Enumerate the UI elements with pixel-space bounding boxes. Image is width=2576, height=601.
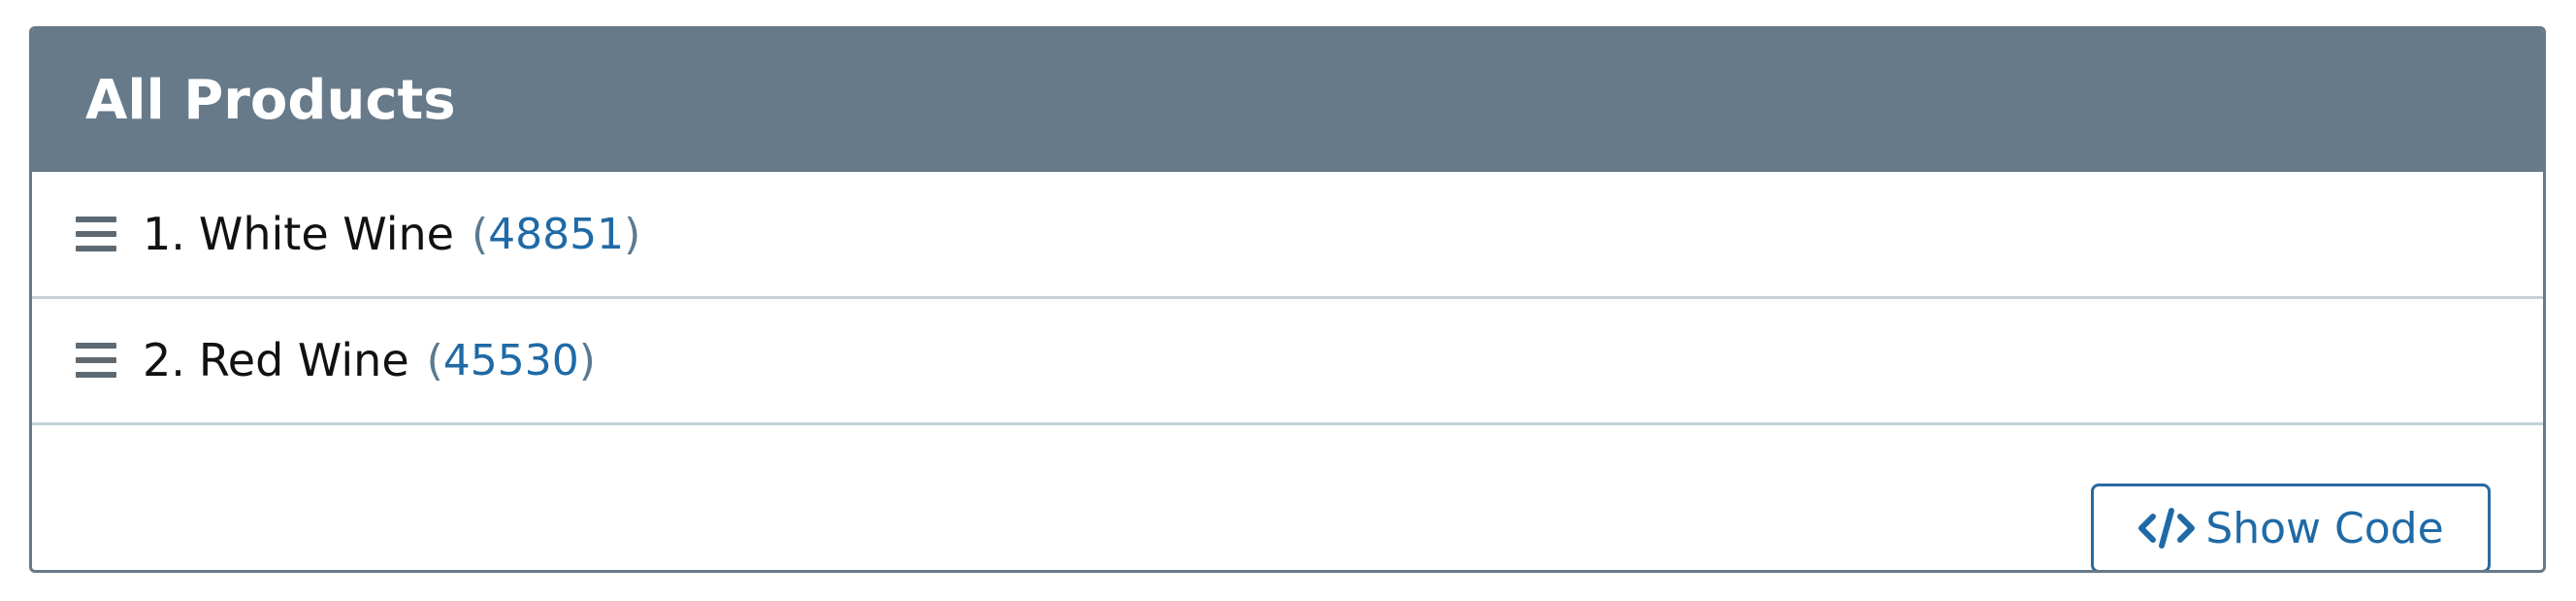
count-close-paren: ) bbox=[624, 209, 641, 259]
count-value[interactable]: 48851 bbox=[488, 210, 624, 259]
code-icon bbox=[2137, 507, 2196, 550]
list-item[interactable]: 2. Red Wine (45530) bbox=[32, 298, 2543, 422]
show-code-button[interactable]: Show Code bbox=[2091, 484, 2491, 570]
panel-title: All Products bbox=[85, 69, 456, 132]
products-panel: All Products 1. White Wine (48851) 2. Re… bbox=[29, 26, 2546, 573]
item-name: White Wine bbox=[198, 208, 454, 260]
show-code-label: Show Code bbox=[2205, 503, 2444, 553]
count-close-paren: ) bbox=[578, 335, 596, 385]
item-index: 1. bbox=[143, 208, 185, 260]
item-count[interactable]: (45530) bbox=[427, 336, 596, 385]
count-open-paren: ( bbox=[471, 209, 489, 259]
panel-header: All Products bbox=[32, 29, 2543, 172]
item-index: 2. bbox=[143, 334, 185, 386]
list-item[interactable]: 1. White Wine (48851) bbox=[32, 172, 2543, 296]
item-name: Red Wine bbox=[198, 334, 409, 386]
item-count[interactable]: (48851) bbox=[472, 210, 640, 259]
drag-handle-icon[interactable] bbox=[76, 217, 116, 251]
count-value[interactable]: 45530 bbox=[443, 336, 579, 385]
drag-handle-icon[interactable] bbox=[76, 343, 116, 378]
panel-footer: Show Code bbox=[32, 425, 2543, 570]
count-open-paren: ( bbox=[426, 335, 443, 385]
